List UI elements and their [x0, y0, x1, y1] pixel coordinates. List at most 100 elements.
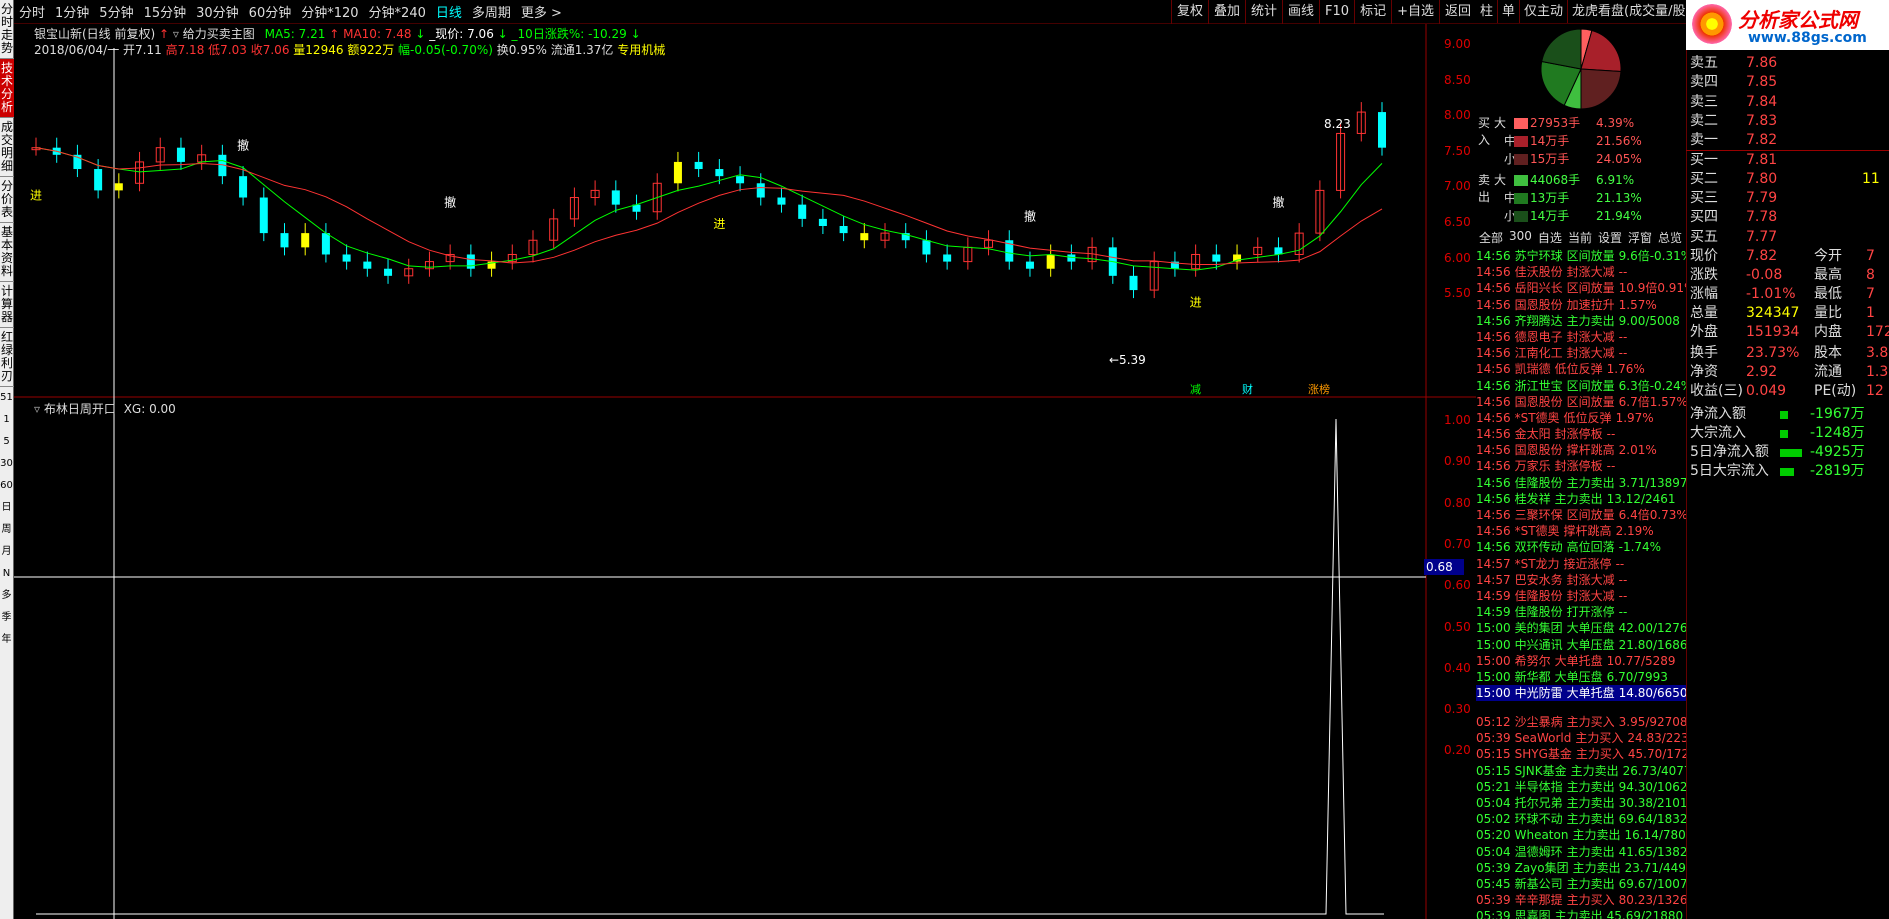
feed-tab[interactable]: 全部 — [1476, 229, 1506, 246]
left-tab-2[interactable]: 成交明细 — [0, 118, 14, 177]
us-alert-feed[interactable]: 05:12沙尘暴病主力买入3.95/92708205:39SeaWorld主力买… — [1476, 714, 1686, 919]
candle-body[interactable] — [1212, 254, 1221, 262]
feed-row[interactable]: 14:59 佳隆股份 封涨大减 -- — [1476, 588, 1686, 604]
period-tab[interactable]: 分时 — [14, 2, 50, 21]
period-shortcut[interactable]: 季 — [0, 607, 13, 629]
market-alert-feed[interactable]: 14:56 苏宁环球 区间放量 9.6倍-0.31% 14:56 佳沃股份 封涨大减 -- 14… — [1476, 248, 1686, 702]
candle-body[interactable] — [94, 169, 103, 191]
feed-row[interactable]: 05:04托尔兄弟主力卖出30.38/21018 — [1476, 795, 1686, 811]
candle-body[interactable] — [1046, 254, 1055, 269]
feed-row[interactable]: 05:15SHYG基金主力买入45.70/17235 — [1476, 746, 1686, 762]
toolbar-button[interactable]: +自选 — [1391, 0, 1439, 24]
feed-row[interactable]: 14:56 *ST德奥 撑杆跳高 2.19% — [1476, 523, 1686, 539]
orderbook-row[interactable]: 卖四 7.85 — [1686, 73, 1889, 92]
feed-row[interactable]: 05:04温德姆环主力卖出41.65/13828 — [1476, 844, 1686, 860]
period-shortcut[interactable]: 5 — [0, 431, 13, 453]
feed-tab[interactable]: 自选 — [1535, 229, 1565, 246]
candle-body[interactable] — [694, 161, 703, 170]
right-tab[interactable]: 仅主动 — [1520, 0, 1569, 23]
candle-body[interactable] — [342, 254, 351, 262]
orderbook-row[interactable]: 买二 7.80 11 — [1686, 170, 1889, 189]
feed-row[interactable]: 14:56 德恩电子 封涨大减 -- — [1476, 329, 1686, 345]
toolbar-button[interactable]: F10 — [1319, 0, 1354, 24]
feed-row[interactable]: 14:56 桂发祥 主力卖出 13.12/2461 — [1476, 491, 1686, 507]
feed-row[interactable]: 14:57 巴安水务 封涨大减 -- — [1476, 572, 1686, 588]
candle-body[interactable] — [943, 254, 952, 262]
orderbook-row[interactable]: 卖一 7.82 — [1686, 131, 1889, 150]
feed-tab[interactable]: 总览 — [1655, 229, 1685, 246]
indicator-name[interactable]: 布林日周开口 — [44, 402, 116, 416]
toolbar-button[interactable]: 画线 — [1282, 0, 1319, 24]
feed-row[interactable]: 14:56 国恩股份 撑杆跳高 2.01% — [1476, 442, 1686, 458]
feed-row[interactable]: 14:59 佳隆股份 打开涨停 -- — [1476, 604, 1686, 620]
period-shortcut[interactable]: 60 — [0, 475, 13, 497]
candle-body[interactable] — [611, 190, 620, 205]
feed-row[interactable]: 05:15SJNK基金主力卖出26.73/40779 — [1476, 763, 1686, 779]
feed-row[interactable]: 05:39辛辛那提主力买入80.23/13260 — [1476, 892, 1686, 908]
feed-row[interactable]: 05:12沙尘暴病主力买入3.95/927082 — [1476, 714, 1686, 730]
candle-body[interactable] — [176, 147, 185, 162]
toolbar-button[interactable]: 统计 — [1245, 0, 1282, 24]
feed-row[interactable]: 14:56 三聚环保 区间放量 6.4倍0.73% — [1476, 507, 1686, 523]
orderbook-row[interactable]: 买一 7.81 — [1686, 150, 1889, 169]
feed-tab[interactable]: 当前 — [1565, 229, 1595, 246]
feed-row[interactable]: 05:39SeaWorld主力买入24.83/22362 — [1476, 730, 1686, 746]
orderbook-row[interactable]: 买三 7.79 — [1686, 189, 1889, 208]
candle-body[interactable] — [818, 218, 827, 226]
candle-body[interactable] — [715, 169, 724, 177]
left-tab-0[interactable]: 分时走势 — [0, 0, 14, 59]
candle-body[interactable] — [363, 261, 372, 269]
candle-body[interactable] — [839, 226, 848, 234]
period-tab[interactable]: 分钟*120 — [296, 2, 363, 21]
feed-row[interactable]: 15:00 新华都 大单压盘 6.70/7993 — [1476, 669, 1686, 685]
period-tab[interactable]: 分钟*240 — [364, 2, 431, 21]
candle-body[interactable] — [1025, 261, 1034, 269]
period-shortcut[interactable]: 多 — [0, 585, 13, 607]
feed-row[interactable]: 14:56 佳隆股份 主力卖出 3.71/13897 — [1476, 475, 1686, 491]
feed-row[interactable]: 14:56 双环传动 高位回落 -1.74% — [1476, 539, 1686, 555]
period-shortcut[interactable]: 周 — [0, 519, 13, 541]
toolbar-button[interactable]: 复权 — [1170, 0, 1208, 24]
feed-row[interactable]: 14:56 佳沃股份 封涨大减 -- — [1476, 264, 1686, 280]
candle-body[interactable] — [1129, 275, 1138, 291]
candle-body[interactable] — [1067, 254, 1076, 262]
candle-body[interactable] — [777, 197, 786, 205]
period-shortcut[interactable]: 51 — [0, 387, 13, 409]
toolbar-button[interactable]: 叠加 — [1207, 0, 1245, 24]
candle-body[interactable] — [280, 233, 289, 248]
period-shortcut[interactable]: 1 — [0, 409, 13, 431]
kline-chart[interactable]: 进撤撤进撤进撤8.23←5.39减财涨榜 — [14, 24, 1476, 919]
feed-row[interactable]: 05:21半导体指主力卖出94.30/10629 — [1476, 779, 1686, 795]
period-shortcut[interactable]: 日 — [0, 497, 13, 519]
feed-row[interactable]: 14:56 金太阳 封涨停板 -- — [1476, 426, 1686, 442]
period-tab[interactable]: 多周期 — [467, 2, 516, 21]
period-tab[interactable]: 1分钟 — [50, 2, 94, 21]
event-tag[interactable]: 减 — [1190, 383, 1201, 396]
candle-body[interactable] — [384, 268, 393, 276]
period-tab[interactable]: 日线 — [431, 2, 467, 21]
candle-body[interactable] — [673, 161, 682, 184]
candle-body[interactable] — [239, 176, 248, 198]
period-tab[interactable]: 30分钟 — [191, 2, 244, 21]
feed-row[interactable]: 05:20Wheaton主力卖出16.14/78036 — [1476, 827, 1686, 843]
feed-tab[interactable]: 设置 — [1595, 229, 1625, 246]
feed-row[interactable]: 05:45新基公司主力卖出69.67/10078 — [1476, 876, 1686, 892]
candle-body[interactable] — [466, 254, 475, 269]
feed-row[interactable]: 14:56 国恩股份 区间放量 6.7倍1.57% — [1476, 394, 1686, 410]
candle-body[interactable] — [756, 183, 765, 198]
feed-tab[interactable]: 浮窗 — [1625, 229, 1655, 246]
left-tab-5[interactable]: 计算器 — [0, 282, 14, 328]
period-tab[interactable]: 15分钟 — [139, 2, 192, 21]
event-tag[interactable]: 涨榜 — [1308, 382, 1330, 396]
feed-row[interactable]: 14:56岳阳兴长区间放量10.9倍0.91% — [1476, 280, 1686, 296]
candle-body[interactable] — [321, 233, 330, 255]
feed-row[interactable]: 05:02环球不动主力卖出69.64/18325 — [1476, 811, 1686, 827]
candle-body[interactable] — [798, 204, 807, 219]
left-tab-3[interactable]: 分价表 — [0, 177, 14, 223]
period-tab[interactable]: 5分钟 — [94, 2, 138, 21]
period-shortcut[interactable]: 30 — [0, 453, 13, 475]
feed-row[interactable]: 14:56 万家乐 封涨停板 -- — [1476, 458, 1686, 474]
candle-body[interactable] — [301, 233, 310, 248]
feed-row[interactable]: 05:39Zayo集团主力卖出23.71/44980 — [1476, 860, 1686, 876]
feed-tab[interactable]: 300 — [1506, 229, 1535, 246]
